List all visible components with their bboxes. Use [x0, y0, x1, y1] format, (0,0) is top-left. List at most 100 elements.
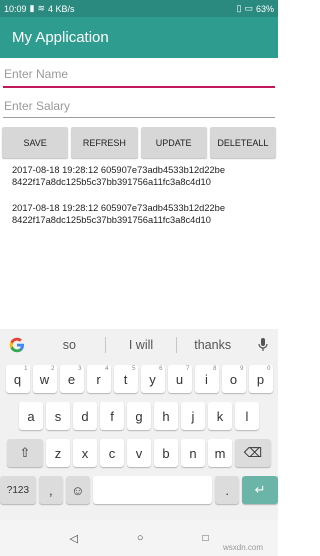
save-button[interactable]: SAVE [2, 127, 69, 158]
app-bar: My Application [0, 17, 278, 58]
refresh-button[interactable]: REFRESH [71, 127, 138, 158]
suggestion-3[interactable]: thanks [177, 338, 248, 352]
key-f[interactable]: f [100, 402, 124, 430]
list-item: 2017-08-18 19:28:12 605907e73adb4533b12d… [12, 165, 226, 187]
key-label: k [216, 408, 224, 424]
microphone-icon[interactable] [248, 337, 278, 352]
key-label: g [135, 408, 143, 424]
key-number-hint: 8 [213, 366, 217, 372]
key-label: n [189, 445, 197, 461]
key-number-hint: 3 [78, 366, 82, 372]
key-row-3: ⇧ z x c v b n m ⌫ [0, 439, 278, 467]
key-c[interactable]: c [100, 439, 124, 467]
key-t[interactable]: t5 [113, 365, 138, 393]
suggestion-2[interactable]: I will [106, 338, 177, 352]
key-k[interactable]: k [208, 402, 232, 430]
key-e[interactable]: e3 [59, 365, 84, 393]
key-number-hint: 6 [159, 366, 163, 372]
shift-key-icon[interactable]: ⇧ [7, 439, 43, 467]
key-i[interactable]: i8 [194, 365, 219, 393]
key-number-hint: 5 [132, 366, 136, 372]
key-label: a [27, 408, 35, 424]
key-label: e [67, 371, 76, 387]
key-v[interactable]: v [127, 439, 151, 467]
key-label: v [135, 445, 143, 461]
back-icon[interactable]: ◁ [69, 532, 77, 545]
key-b[interactable]: b [154, 439, 178, 467]
key-row-1: q1w2e3r4t5y6u7i8o9p0 [0, 365, 278, 393]
key-label: o [229, 371, 238, 387]
key-number-hint: 0 [267, 366, 271, 372]
salary-placeholder: Enter Salary [4, 99, 71, 113]
key-p[interactable]: p0 [248, 365, 273, 393]
key-label: q [13, 371, 22, 387]
key-label: u [175, 371, 184, 387]
status-time: 10:09 [4, 3, 27, 14]
soft-keyboard: so I will thanks q1w2e3r4t5y6u7i8o9p0 as… [0, 329, 278, 520]
battery-percent: 63% [255, 3, 274, 14]
google-g-icon[interactable] [0, 337, 34, 353]
key-o[interactable]: o9 [221, 365, 246, 393]
key-q[interactable]: q1 [5, 365, 30, 393]
key-x[interactable]: x [73, 439, 97, 467]
key-w[interactable]: w2 [32, 365, 57, 393]
key-number-hint: 4 [105, 366, 109, 372]
key-label: d [81, 408, 89, 424]
name-input[interactable]: Enter Name [3, 64, 275, 88]
key-label: l [245, 408, 249, 424]
emoji-key-icon[interactable]: ☺ [65, 476, 90, 504]
space-key[interactable] [92, 476, 213, 504]
wifi-icon: ≋ [37, 3, 46, 13]
key-n[interactable]: n [181, 439, 205, 467]
key-label: j [191, 408, 195, 424]
battery-icon: ▭ [244, 3, 253, 13]
key-u[interactable]: u7 [167, 365, 192, 393]
network-speed: 4 KB/s [48, 3, 75, 14]
key-label: p [256, 371, 265, 387]
suggestion-1[interactable]: so [34, 338, 105, 352]
key-l[interactable]: l [235, 402, 259, 430]
deleteall-button[interactable]: DELETEALL [209, 127, 276, 158]
symbols-key[interactable]: ?123 [0, 476, 36, 504]
period-key[interactable]: . [215, 476, 240, 504]
key-r[interactable]: r4 [86, 365, 111, 393]
status-bar: 10:09 ▮ ≋ 4 KB/s ▯ ▭ 63% [0, 0, 278, 17]
key-number-hint: 2 [51, 366, 55, 372]
key-d[interactable]: d [73, 402, 97, 430]
key-y[interactable]: y6 [140, 365, 165, 393]
recents-icon[interactable]: □ [202, 533, 208, 544]
key-row-4: ?123 , ☺ . ↵ [0, 476, 278, 504]
key-label: m [214, 445, 226, 461]
salary-underline [3, 117, 275, 118]
key-number-hint: 1 [24, 366, 28, 372]
home-icon[interactable]: ○ [137, 532, 144, 544]
key-h[interactable]: h [154, 402, 178, 430]
key-z[interactable]: z [46, 439, 70, 467]
key-label: x [81, 445, 89, 461]
key-label: h [162, 408, 170, 424]
name-underline [3, 86, 275, 88]
name-placeholder: Enter Name [4, 67, 69, 81]
key-label: i [205, 371, 208, 387]
action-buttons: SAVE REFRESH UPDATE DELETEALL [2, 127, 276, 159]
key-label: f [110, 408, 114, 424]
cellular-signal-icon: ▮ [29, 3, 35, 13]
key-j[interactable]: j [181, 402, 205, 430]
backspace-key-icon[interactable]: ⌫ [235, 439, 271, 467]
key-label: t [123, 371, 128, 387]
records-list: 2017-08-18 19:28:12 605907e73adb4533b12d… [12, 164, 274, 240]
update-button[interactable]: UPDATE [140, 127, 207, 158]
comma-key[interactable]: , [38, 476, 63, 504]
key-s[interactable]: s [46, 402, 70, 430]
key-a[interactable]: a [19, 402, 43, 430]
key-g[interactable]: g [127, 402, 151, 430]
key-label: r [96, 371, 101, 387]
key-m[interactable]: m [208, 439, 232, 467]
suggestion-strip: so I will thanks [0, 329, 278, 360]
app-title: My Application [12, 29, 109, 46]
key-label: z [54, 445, 62, 461]
salary-input[interactable]: Enter Salary [3, 96, 275, 118]
key-row-2: asd f g h j k l [0, 402, 278, 430]
list-item: 2017-08-18 19:28:12 605907e73adb4533b12d… [12, 203, 226, 225]
enter-key-icon[interactable]: ↵ [242, 476, 278, 504]
